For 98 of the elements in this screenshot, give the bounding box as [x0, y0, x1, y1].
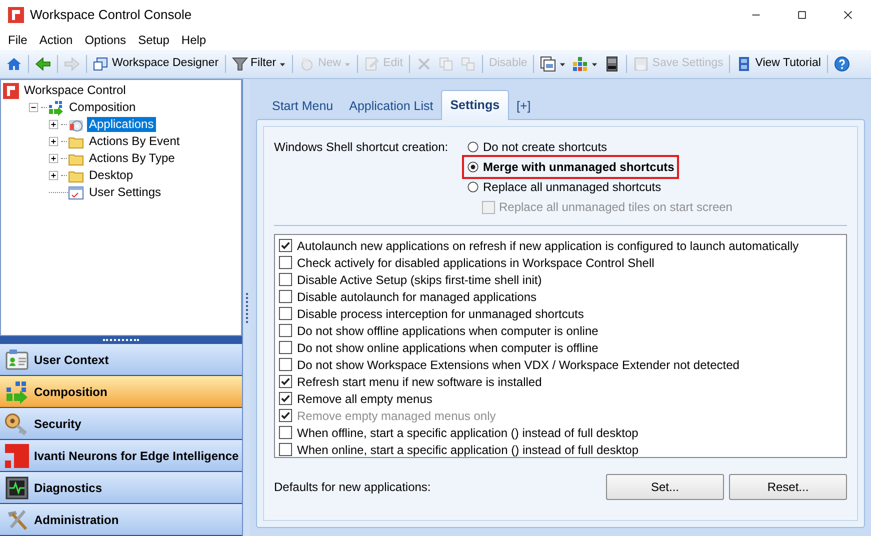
radio-button[interactable]	[467, 161, 479, 173]
tree-item[interactable]: Actions By Event	[87, 134, 182, 149]
settings-window-icon	[68, 184, 84, 200]
checkbox[interactable]	[279, 256, 292, 269]
option-label: When online, start a specific application () instead of full desktop	[297, 442, 639, 458]
home-icon	[6, 56, 22, 72]
logo-icon	[5, 444, 29, 468]
checkbox[interactable]	[279, 239, 292, 252]
field-label: Windows Shell shortcut creation:	[274, 139, 450, 156]
option-label: Do not show online applications when computer is offline	[297, 340, 598, 356]
app-logo-icon	[3, 82, 19, 98]
forward-arrow-icon	[64, 56, 80, 72]
menu-item[interactable]: Help	[175, 30, 212, 50]
back-arrow-icon	[35, 56, 51, 72]
id-card-icon	[5, 348, 29, 372]
expand-icon[interactable]	[49, 154, 58, 163]
option-label: Refresh start menu if new software is installed	[297, 374, 542, 390]
tab[interactable]: Application List	[341, 93, 442, 119]
tree-item[interactable]: Desktop	[87, 168, 136, 183]
server-icon	[604, 56, 620, 72]
app-logo-icon	[8, 7, 24, 23]
delete-icon	[416, 56, 432, 72]
checkbox[interactable]	[279, 375, 292, 388]
option-label: Check actively for disabled applications in Workspace Control Shell	[297, 254, 654, 272]
expand-icon[interactable]	[49, 120, 58, 129]
nav-button[interactable]: Diagnostics	[0, 472, 242, 504]
option-label: Remove all empty menus	[297, 390, 432, 408]
copy-icon	[438, 56, 454, 72]
radio-option[interactable]: Merge with unmanaged shortcuts	[464, 157, 678, 177]
toolbar-button[interactable]: Filter	[230, 52, 288, 76]
tree-item[interactable]: Applications	[87, 117, 156, 132]
dialog-button[interactable]: Set...	[606, 474, 724, 500]
option-label: Do not show offline applications when computer is online	[297, 322, 598, 340]
splitter-handle[interactable]	[246, 292, 248, 322]
nav-button[interactable]: Administration	[0, 504, 242, 536]
option-label: Replace all unmanaged tiles on start screen	[499, 199, 732, 216]
tab[interactable]: [+]	[508, 93, 539, 119]
blocks-arrow-icon	[48, 100, 64, 116]
checkbox[interactable]	[279, 273, 292, 286]
radio-button[interactable]	[467, 181, 479, 193]
monitor-pulse-icon	[5, 476, 29, 500]
expand-icon[interactable]	[49, 137, 58, 146]
tree-item[interactable]: Actions By Type	[87, 151, 177, 166]
window-stack-icon	[540, 56, 556, 72]
designer-icon	[93, 56, 109, 72]
option-label: When offline, start a specific application () instead of full desktop	[297, 424, 638, 442]
filter-icon	[232, 56, 248, 72]
tab[interactable]: Settings	[441, 90, 509, 120]
radio-option[interactable]: Do not create shortcuts	[464, 137, 610, 157]
tree-item[interactable]: User Settings	[87, 185, 164, 200]
tree-item[interactable]: Composition	[67, 100, 138, 115]
menu-item[interactable]: File	[2, 30, 34, 50]
blocks-icon	[572, 56, 588, 72]
checkbox[interactable]	[279, 324, 292, 337]
close-icon	[842, 9, 854, 21]
nav-button[interactable]: Composition	[0, 376, 242, 408]
nav-button[interactable]: User Context	[0, 344, 242, 376]
option-label: Disable autolaunch for managed applications	[297, 288, 536, 306]
key-icon	[5, 412, 29, 436]
expand-icon[interactable]	[49, 171, 58, 180]
option-label: Autolaunch new applications on refresh if new application is configured to launch automatically	[297, 238, 799, 254]
collapse-icon[interactable]	[29, 103, 38, 112]
nav-button[interactable]: Security	[0, 408, 242, 440]
toolbar-button[interactable]: Workspace Designer	[91, 52, 221, 76]
dialog-button[interactable]: Reset...	[729, 474, 847, 500]
checkbox[interactable]	[279, 426, 292, 439]
field-label: Defaults for new applications:	[274, 479, 431, 496]
save-icon	[633, 56, 650, 72]
option-label: Disable process interception for unmanaged shortcuts	[297, 306, 584, 322]
option-label: Do not create shortcuts	[483, 139, 608, 156]
option-label: Disable Active Setup (skips first-time shell init)	[297, 272, 542, 288]
maximize-icon	[796, 9, 808, 21]
checkbox[interactable]	[279, 392, 292, 405]
tab[interactable]: Start Menu	[264, 93, 342, 119]
menu-item[interactable]: Action	[33, 30, 79, 50]
blocks-arrow-icon	[5, 380, 29, 404]
option-label: Replace all unmanaged shortcuts	[483, 179, 662, 196]
checkbox[interactable]	[279, 290, 292, 303]
nav-button[interactable]: Ivanti Neurons for Edge Intelligence	[0, 440, 242, 472]
toolbar-button[interactable]: View Tutorial	[734, 52, 823, 76]
help-icon	[834, 56, 850, 72]
option-label: Remove empty managed menus only	[297, 408, 496, 424]
window-title: Workspace Control Console	[30, 6, 192, 24]
tree-item[interactable]: Workspace Control	[22, 83, 128, 98]
radio-button[interactable]	[467, 141, 479, 153]
new-icon	[299, 56, 316, 72]
checkbox[interactable]	[279, 307, 292, 320]
duplicate-icon	[460, 56, 476, 72]
checkbox[interactable]	[279, 341, 292, 354]
menu-item[interactable]: Options	[78, 30, 132, 50]
option-label: Merge with unmanaged shortcuts	[483, 159, 674, 176]
radio-option[interactable]: Replace all unmanaged shortcuts	[464, 177, 664, 197]
tools-icon	[5, 508, 29, 532]
checkbox[interactable]	[279, 358, 292, 371]
edit-icon	[364, 56, 380, 72]
option-label: Do not show Workspace Extensions when VDX / Workspace Extender not detected	[297, 356, 740, 374]
menu-item[interactable]: Setup	[132, 30, 176, 50]
checkbox[interactable]	[279, 443, 292, 456]
